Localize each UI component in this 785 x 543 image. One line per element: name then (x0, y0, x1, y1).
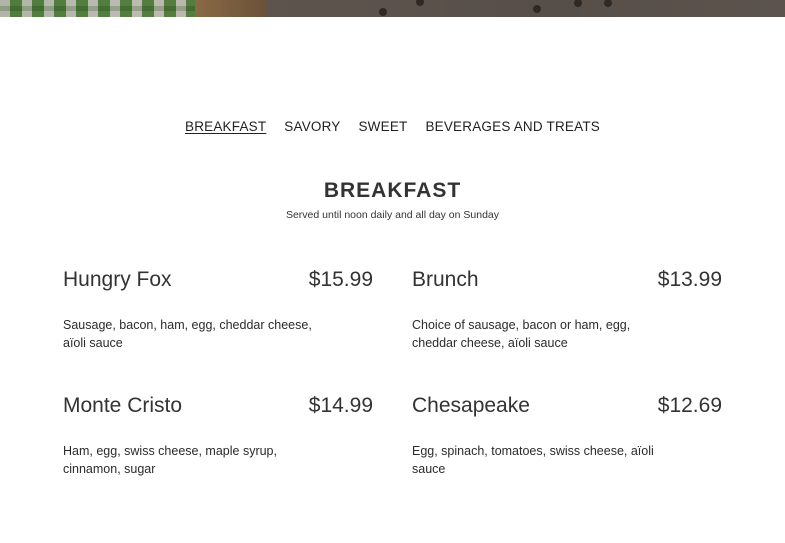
menu-item-description: Sausage, bacon, ham, egg, cheddar cheese… (63, 318, 312, 350)
menu-item: Chesapeake $12.69 Egg, spinach, tomatoes… (412, 394, 722, 478)
menu-item-name: Brunch (412, 268, 479, 291)
hero-image (0, 0, 785, 17)
tab-sweet[interactable]: SWEET (358, 119, 407, 134)
menu-page: BREAKFAST SAVORY SWEET BEVERAGES AND TRE… (0, 0, 785, 543)
menu-item-name: Chesapeake (412, 394, 530, 417)
menu-item: Monte Cristo $14.99 Ham, egg, swiss chee… (63, 394, 373, 478)
hero-pepper-dot (416, 0, 424, 6)
menu-category-nav: BREAKFAST SAVORY SWEET BEVERAGES AND TRE… (0, 119, 785, 134)
menu-item-description: Egg, spinach, tomatoes, swiss cheese, aï… (412, 444, 654, 476)
menu-item: Brunch $13.99 Choice of sausage, bacon o… (412, 268, 722, 352)
menu-item-name: Monte Cristo (63, 394, 183, 417)
section-title: BREAKFAST (323, 179, 462, 202)
tab-breakfast[interactable]: BREAKFAST (185, 119, 266, 134)
hero-pepper-dot (379, 8, 387, 16)
section-subtitle: Served until noon daily and all day on S… (285, 209, 500, 221)
tab-beverages-and-treats[interactable]: BEVERAGES AND TREATS (425, 119, 600, 134)
hero-pepper-dot (604, 0, 612, 7)
hero-pepper-dot (574, 0, 582, 7)
menu-item-price: $13.99 (657, 268, 722, 291)
hero-wood-board (195, 0, 265, 17)
menu-item: Hungry Fox $15.99 Sausage, bacon, ham, e… (63, 268, 373, 352)
tab-savory[interactable]: SAVORY (284, 119, 340, 134)
hero-pepper-dot (533, 5, 541, 13)
menu-item-description: Ham, egg, swiss cheese, maple syrup, cin… (63, 444, 277, 476)
hero-tablecloth-overlay (0, 0, 200, 17)
menu-item-price: $15.99 (308, 268, 373, 291)
menu-item-price: $14.99 (308, 394, 373, 417)
menu-item-description: Choice of sausage, bacon or ham, egg, ch… (412, 318, 631, 350)
menu-item-price: $12.69 (657, 394, 722, 417)
menu-item-name: Hungry Fox (63, 268, 172, 291)
